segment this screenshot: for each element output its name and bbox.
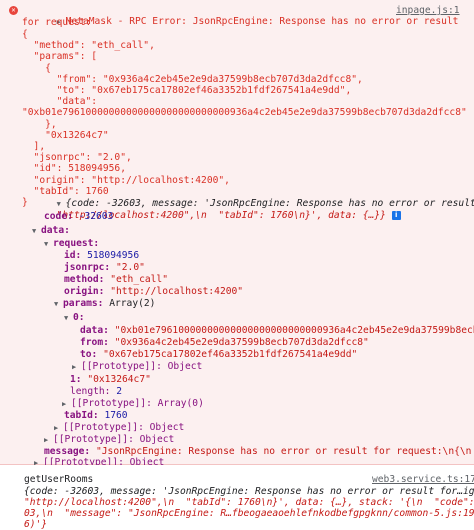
error-message-block: ✕ ▶ MetaMask - RPC Error: JsonRpcEngine: … <box>0 0 474 468</box>
request-json-line: "data": <box>22 96 98 108</box>
triangle-right-icon[interactable]: ▶ <box>44 435 53 446</box>
source-link-web3[interactable]: web3.service.ts:174 <box>372 474 474 485</box>
tree-params-1: 1: "0x13264c7" <box>70 374 151 385</box>
tree-code: code: -32603 <box>44 211 114 222</box>
tree-tabid: tabId: 1760 <box>64 410 128 421</box>
request-json-line: "to": "0x67eb175ca17802ef46a3352b1fdf267… <box>22 85 352 96</box>
tree-params[interactable]: ▼ params: Array(2) <box>54 298 155 309</box>
request-json-line: ], <box>22 141 46 152</box>
request-json-line: "from": "0x936a4c2eb45e2e9da37599b8ecb70… <box>22 73 363 85</box>
request-json-line: }, <box>22 118 57 130</box>
tree-param-prototype[interactable]: ▶ [[Prototype]]: Object <box>72 361 202 372</box>
error-line-1[interactable]: ▶ MetaMask - RPC Error: JsonRpcEngine: Re… <box>22 5 459 27</box>
tree-params-prototype[interactable]: ▶ [[Prototype]]: Array(0) <box>62 398 204 409</box>
log-line-a[interactable]: {code: -32603, message: 'JsonRpcEngine: … <box>24 486 474 497</box>
request-json-line: "origin": "http://localhost:4200", <box>22 174 230 186</box>
error-summary-line-2: "http://localhost:4200",\n "tabId": 1760… <box>22 199 401 221</box>
tree-param-to: to: "0x67eb175ca17802ef46a3352b1fdf26754… <box>80 349 358 360</box>
devtools-console: ✕ ▶ MetaMask - RPC Error: JsonRpcEngine: … <box>0 0 474 530</box>
tree-data-prototype[interactable]: ▶ [[Prototype]]: Object <box>44 434 174 445</box>
request-json-line: { <box>22 29 28 40</box>
request-json-line: "0xb01e79610000000000000000000000000936a… <box>22 107 467 119</box>
tree-params-0[interactable]: ▼ 0: <box>64 312 85 323</box>
tree-param-data: data: "0xb01e796100000000000000000000000… <box>80 325 474 336</box>
request-json-line: "params": [ <box>22 51 98 63</box>
tree-params-length: length: 2 <box>70 386 122 397</box>
tree-request-prototype[interactable]: ▶ [[Prototype]]: Object <box>54 422 184 433</box>
source-link-inpage[interactable]: inpage.js:1 <box>396 5 460 16</box>
error-x-icon: ✕ <box>9 6 18 15</box>
tree-request[interactable]: ▼ request: <box>44 238 99 249</box>
tree-id: id: 518094956 <box>64 250 140 261</box>
tree-message: message: "JsonRpcEngine: Response has no… <box>44 446 474 457</box>
request-json-line: "jsonrpc": "2.0", <box>22 152 132 164</box>
triangle-right-icon[interactable]: ▶ <box>72 362 81 373</box>
triangle-right-icon[interactable]: ▶ <box>62 399 71 410</box>
request-json-line: "method": "eth_call", <box>22 40 155 52</box>
log-message-block: getUserRooms web3.service.ts:174 {code: … <box>0 465 474 530</box>
triangle-down-icon[interactable]: ▼ <box>44 239 53 250</box>
log-line-c: 03,\n "message": "JsonRpcEngine: R…fbeog… <box>24 508 474 519</box>
triangle-down-icon[interactable]: ▼ <box>64 313 73 324</box>
error-line-2: for request: <box>22 17 92 28</box>
tree-origin: origin: "http://localhost:4200" <box>64 286 244 297</box>
triangle-right-icon[interactable]: ▶ <box>54 423 63 434</box>
log-label: getUserRooms <box>24 474 94 485</box>
log-line-d: 6)'} <box>24 519 48 530</box>
error-summary-line-1[interactable]: ▼ {code: -32603, message: 'JsonRpcEngine:… <box>22 187 474 209</box>
tree-jsonrpc: jsonrpc: "2.0" <box>64 262 145 273</box>
triangle-down-icon[interactable]: ▼ <box>54 299 63 310</box>
triangle-down-icon[interactable]: ▼ <box>32 226 41 237</box>
tree-method: method: "eth_call" <box>64 274 168 285</box>
info-badge-icon[interactable]: i <box>391 210 401 220</box>
request-json-line: "0x13264c7" <box>22 129 109 141</box>
tree-data[interactable]: ▼ data: <box>32 225 70 236</box>
log-line-b: "http://localhost:4200",\n "tabId": 1760… <box>24 497 474 508</box>
request-json-line: { <box>22 62 51 74</box>
tree-param-from: from: "0x936a4c2eb45e2e9da37599b8ecb707d… <box>80 337 369 348</box>
request-json-line: "id": 518094956, <box>22 163 126 175</box>
